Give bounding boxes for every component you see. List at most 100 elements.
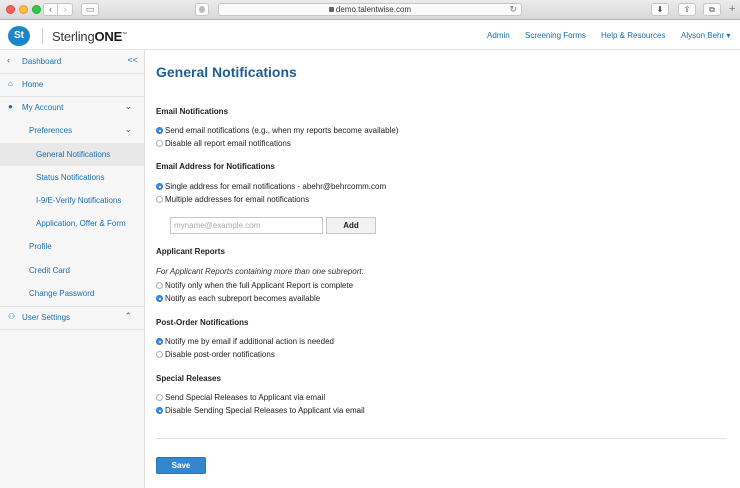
- radio-disable-special-releases[interactable]: Disable Sending Special Releases to Appl…: [156, 406, 365, 416]
- page-title: General Notifications: [156, 64, 297, 80]
- sidebar-item-general-notifications[interactable]: General Notifications: [0, 143, 144, 166]
- nav-admin[interactable]: Admin: [487, 31, 510, 40]
- divider: [0, 329, 144, 330]
- radio-checked-icon[interactable]: [156, 338, 163, 345]
- user-menu[interactable]: Alyson Behr ▾: [681, 31, 730, 40]
- email-address-input[interactable]: [170, 217, 323, 234]
- sidebar-item-change-password[interactable]: Change Password: [0, 282, 144, 305]
- radio-checked-icon[interactable]: [156, 127, 163, 134]
- radio-label: Send email notifications (e.g., when my …: [165, 126, 399, 135]
- tabs-overview-icon[interactable]: ⧉: [703, 3, 721, 16]
- sidebar-item-my-account[interactable]: ● My Account ⌄: [0, 96, 144, 119]
- nav-help-resources[interactable]: Help & Resources: [601, 31, 665, 40]
- app-header: St SterlingONE™ Admin Screening Forms He…: [0, 21, 740, 50]
- chevron-left-icon: ‹: [7, 55, 10, 65]
- zoom-window-button[interactable]: [32, 5, 41, 14]
- back-button[interactable]: ‹: [43, 3, 58, 16]
- sidebar-item-credit-card[interactable]: Credit Card: [0, 259, 144, 282]
- sidebar-label: Credit Card: [29, 266, 70, 275]
- applicant-reports-heading: Applicant Reports: [156, 247, 225, 256]
- email-address-heading: Email Address for Notifications: [156, 162, 275, 171]
- radio-label: Disable Sending Special Releases to Appl…: [165, 406, 365, 415]
- logo-mark[interactable]: St: [8, 26, 30, 46]
- url-text: demo.talentwise.com: [335, 5, 412, 14]
- sidebar-item-i9-notifications[interactable]: I-9/E-Verify Notifications: [0, 189, 144, 212]
- chevron-down-icon: ⌄: [124, 124, 132, 134]
- address-bar[interactable]: demo.talentwise.com ↻: [218, 3, 522, 16]
- radio-label: Multiple addresses for email notificatio…: [165, 195, 310, 204]
- logo-divider: [42, 28, 43, 44]
- radio-label: Single address for email notifications -…: [165, 182, 387, 191]
- sidebar-item-home[interactable]: ⌂ Home: [0, 73, 144, 96]
- sidebar-label: Home: [22, 80, 44, 89]
- sidebar-item-dashboard[interactable]: ‹ Dashboard <<: [0, 50, 144, 73]
- radio-checked-icon[interactable]: [156, 295, 163, 302]
- brand-tm: ™: [122, 31, 127, 38]
- reload-icon[interactable]: ↻: [509, 4, 517, 15]
- download-icon[interactable]: ⬇: [651, 3, 669, 16]
- radio-unchecked-icon[interactable]: [156, 394, 163, 401]
- sidebar-item-preferences[interactable]: Preferences ⌄: [0, 119, 144, 142]
- radio-label: Disable all report email notifications: [165, 139, 291, 148]
- radio-disable-post-order[interactable]: Disable post-order notifications: [156, 350, 275, 360]
- add-email-button[interactable]: Add: [326, 217, 376, 234]
- users-icon: ⚇: [8, 312, 16, 321]
- sidebar-item-application-offer[interactable]: Application, Offer & Form: [0, 212, 144, 235]
- save-button[interactable]: Save: [156, 457, 206, 474]
- browser-toolbar: ‹ › ▭ demo.talentwise.com ↻ ⬇ ⇪ ⧉ +: [0, 0, 740, 20]
- radio-label: Disable post-order notifications: [165, 350, 275, 359]
- radio-unchecked-icon[interactable]: [156, 140, 163, 147]
- sidebar: ‹ Dashboard << ⌂ Home ● My Account ⌄ Pre…: [0, 50, 145, 488]
- divider: [156, 438, 726, 439]
- sidebar-label: Change Password: [29, 289, 95, 298]
- chevron-up-icon: ⌃: [124, 311, 132, 321]
- radio-unchecked-icon[interactable]: [156, 351, 163, 358]
- sidebar-label: Preferences: [29, 126, 73, 135]
- radio-multiple-addresses[interactable]: Multiple addresses for email notificatio…: [156, 195, 309, 205]
- radio-notify-action-needed[interactable]: Notify me by email if additional action …: [156, 337, 334, 347]
- user-icon: ●: [8, 102, 13, 111]
- share-icon[interactable]: ⇪: [678, 3, 696, 16]
- privacy-shield-icon[interactable]: [195, 3, 209, 16]
- new-tab-icon[interactable]: +: [729, 4, 735, 15]
- applicant-reports-note: For Applicant Reports containing more th…: [156, 267, 364, 276]
- radio-notify-complete[interactable]: Notify only when the full Applicant Repo…: [156, 281, 353, 291]
- sidebar-label: My Account: [22, 103, 64, 112]
- special-releases-heading: Special Releases: [156, 374, 221, 383]
- radio-label: Notify as each subreport becomes availab…: [165, 294, 321, 303]
- brand-logo[interactable]: SterlingONE™: [52, 29, 127, 44]
- radio-notify-each-subreport[interactable]: Notify as each subreport becomes availab…: [156, 294, 320, 304]
- radio-checked-icon[interactable]: [156, 407, 163, 414]
- radio-single-address[interactable]: Single address for email notifications -…: [156, 182, 386, 192]
- sidebar-label: User Settings: [22, 313, 71, 322]
- brand-prefix: Sterling: [52, 29, 95, 44]
- radio-send-special-releases[interactable]: Send Special Releases to Applicant via e…: [156, 393, 325, 403]
- nav-screening-forms[interactable]: Screening Forms: [525, 31, 586, 40]
- minimize-window-button[interactable]: [19, 5, 28, 14]
- radio-send-email[interactable]: Send email notifications (e.g., when my …: [156, 126, 398, 136]
- sidebar-toggle-icon[interactable]: ▭: [81, 3, 99, 16]
- radio-label: Notify only when the full Applicant Repo…: [165, 281, 354, 290]
- sidebar-item-status-notifications[interactable]: Status Notifications: [0, 166, 144, 189]
- sidebar-label: Application, Offer & Form: [36, 219, 126, 228]
- sidebar-item-user-settings[interactable]: ⚇ User Settings ⌃: [0, 306, 144, 329]
- collapse-sidebar-icon[interactable]: <<: [127, 56, 138, 65]
- radio-label: Notify me by email if additional action …: [165, 337, 334, 346]
- radio-unchecked-icon[interactable]: [156, 196, 163, 203]
- radio-label: Send Special Releases to Applicant via e…: [165, 393, 326, 402]
- radio-checked-icon[interactable]: [156, 183, 163, 190]
- sidebar-label: Dashboard: [22, 57, 62, 66]
- sidebar-label: General Notifications: [36, 150, 111, 159]
- brand-suffix: ONE: [94, 29, 123, 44]
- sidebar-label: Status Notifications: [36, 173, 105, 182]
- email-notifications-heading: Email Notifications: [156, 107, 229, 116]
- sidebar-label: I-9/E-Verify Notifications: [36, 196, 122, 205]
- forward-button[interactable]: ›: [58, 3, 73, 16]
- sidebar-label: Profile: [29, 242, 52, 251]
- home-icon: ⌂: [8, 79, 13, 88]
- radio-unchecked-icon[interactable]: [156, 282, 163, 289]
- close-window-button[interactable]: [6, 5, 15, 14]
- radio-disable-email[interactable]: Disable all report email notifications: [156, 139, 291, 149]
- sidebar-item-profile[interactable]: Profile: [0, 235, 144, 258]
- chevron-down-icon: ⌄: [124, 101, 132, 111]
